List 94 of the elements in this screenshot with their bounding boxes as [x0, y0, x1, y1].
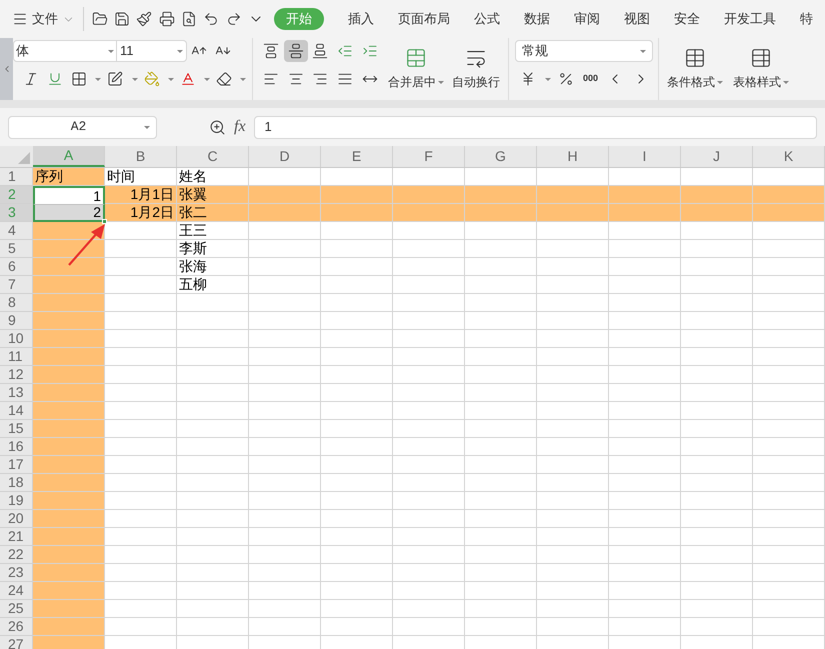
column-header[interactable]: I — [609, 146, 681, 167]
caret-icon — [132, 78, 138, 80]
row-header[interactable]: 3 — [0, 204, 33, 222]
table-cell: 时间 — [105, 168, 177, 186]
row-header[interactable]: 16 — [0, 438, 33, 456]
row-header[interactable]: 14 — [0, 402, 33, 420]
row-header[interactable]: 12 — [0, 366, 33, 384]
fill-handle[interactable] — [102, 219, 107, 224]
wrap-text-button[interactable]: 自动换行 — [452, 38, 500, 100]
fx-label: fx — [234, 117, 246, 137]
row-header[interactable]: 20 — [0, 510, 33, 528]
row-header[interactable]: 13 — [0, 384, 33, 402]
ribbon-tab[interactable]: 审阅 — [574, 8, 600, 30]
merge-cells-icon — [405, 47, 427, 69]
ribbon-tab[interactable]: 安全 — [674, 8, 700, 30]
row-header[interactable]: 7 — [0, 276, 33, 294]
caret-icon — [168, 78, 174, 80]
annotation-arrow — [66, 222, 108, 268]
caret-icon — [177, 50, 183, 52]
menu-icon — [12, 11, 28, 27]
column-header[interactable]: B — [105, 146, 177, 167]
column-header[interactable]: K — [753, 146, 825, 167]
ribbon-tab[interactable]: 页面布局 — [398, 8, 450, 30]
ribbon-tab[interactable]: 数据 — [524, 8, 550, 30]
table-cell: 张海 — [177, 258, 249, 276]
column-header[interactable]: G — [465, 146, 537, 167]
table-icon — [684, 47, 706, 69]
ribbon-tab[interactable]: 公式 — [474, 8, 500, 30]
row-header[interactable]: 26 — [0, 618, 33, 636]
name-box[interactable]: A2 — [8, 116, 157, 138]
caret-icon — [640, 50, 646, 52]
row-header[interactable]: 5 — [0, 240, 33, 258]
caret-icon — [108, 50, 114, 52]
formula-field[interactable]: 1 — [254, 116, 817, 138]
caret-icon — [438, 80, 444, 84]
column-header[interactable]: J — [681, 146, 753, 167]
table-style-icon — [750, 47, 772, 69]
font-size-field[interactable]: 11 — [117, 40, 187, 62]
number-format-field[interactable]: 常规 — [515, 40, 653, 62]
column-header[interactable]: F — [393, 146, 465, 167]
column-header[interactable]: A — [33, 146, 105, 167]
table-cell: 1 — [33, 186, 105, 204]
zoom-icon[interactable] — [209, 118, 226, 136]
align-middle-icon[interactable] — [284, 40, 308, 62]
caret-icon — [144, 126, 150, 128]
table-cell: 张翼 — [177, 186, 249, 204]
table-cell: 2 — [33, 204, 105, 222]
table-cell: 王三 — [177, 222, 249, 240]
caret-icon — [240, 78, 246, 80]
caret-icon — [544, 78, 551, 80]
row-header[interactable]: 23 — [0, 564, 33, 582]
ribbon-tab[interactable]: 开始 — [274, 8, 324, 30]
file-menu[interactable]: 文件 — [12, 9, 75, 29]
row-header[interactable]: 10 — [0, 330, 33, 348]
table-cell: 五柳 — [177, 276, 249, 294]
table-cell: 1月2日 — [105, 204, 177, 222]
conditional-format-button[interactable]: 条件格式 — [667, 38, 723, 100]
thousands-button[interactable]: 000 — [580, 72, 600, 86]
row-header[interactable]: 4 — [0, 222, 33, 240]
table-style-button[interactable]: 表格样式 — [733, 38, 789, 100]
row-header[interactable]: 22 — [0, 546, 33, 564]
column-header[interactable]: H — [537, 146, 609, 167]
row-header[interactable]: 24 — [0, 582, 33, 600]
row-header[interactable]: 15 — [0, 420, 33, 438]
row-header[interactable]: 27 — [0, 636, 33, 649]
ribbon-tab[interactable]: 插入 — [348, 8, 374, 30]
table-cell: 序列 — [33, 168, 105, 186]
row-header[interactable]: 25 — [0, 600, 33, 618]
table-cell: 李斯 — [177, 240, 249, 258]
table-cell: 张二 — [177, 204, 249, 222]
column-header[interactable]: E — [321, 146, 393, 167]
table-cell: 姓名 — [177, 168, 249, 186]
row-header[interactable]: 2 — [0, 186, 33, 204]
column-header[interactable]: C — [177, 146, 249, 167]
row-header[interactable]: 11 — [0, 348, 33, 366]
caret-icon — [783, 80, 789, 84]
row-header[interactable]: 1 — [0, 168, 33, 186]
ribbon-tab[interactable]: 视图 — [624, 8, 650, 30]
row-header[interactable]: 21 — [0, 528, 33, 546]
row-header[interactable]: 19 — [0, 492, 33, 510]
ribbon-tab[interactable]: 特 — [800, 8, 814, 30]
row-header[interactable]: 9 — [0, 312, 33, 330]
font-name-field[interactable]: 体 — [13, 40, 117, 62]
caret-icon — [717, 80, 723, 84]
column-header[interactable]: D — [249, 146, 321, 167]
row-header[interactable]: 18 — [0, 474, 33, 492]
caret-icon — [204, 78, 210, 80]
merge-center-button[interactable]: 合并居中 — [388, 38, 444, 100]
ribbon-tab[interactable]: 开发工具 — [724, 8, 776, 30]
row-header[interactable]: 8 — [0, 294, 33, 312]
row-header[interactable]: 17 — [0, 456, 33, 474]
row-header[interactable]: 6 — [0, 258, 33, 276]
caret-icon — [95, 78, 102, 80]
table-cell: 1月1日 — [105, 186, 177, 204]
